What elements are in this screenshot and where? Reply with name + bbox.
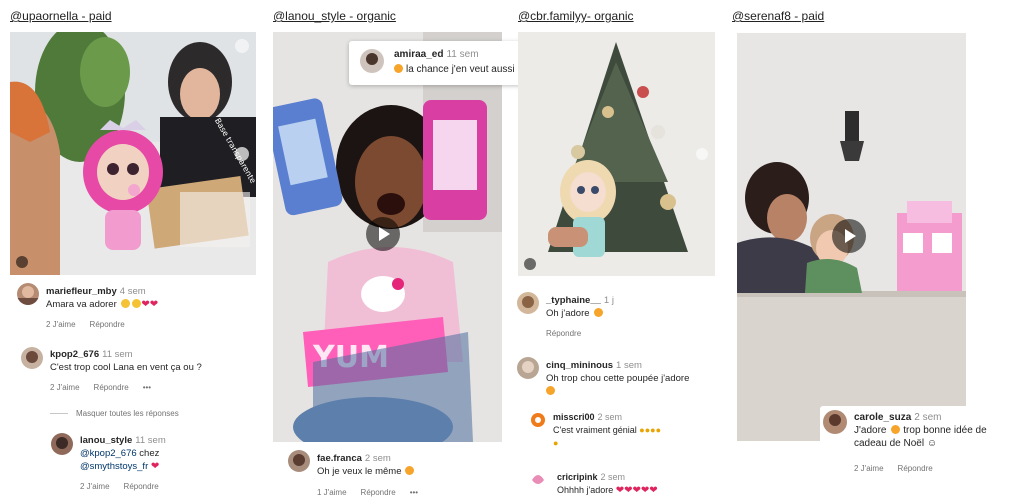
more-options-icon[interactable]: •••: [143, 383, 151, 392]
heart-eyes-emoji-icon: [890, 425, 900, 434]
comment-text: Ohhhh j'adore: [557, 485, 614, 495]
comment-text: C'est trop cool Lana en vent ça ou ?: [50, 362, 202, 373]
likes-count[interactable]: 2 J'aime: [50, 383, 80, 392]
reply-link[interactable]: Répondre: [898, 464, 933, 473]
comment-text: Oh j'adore: [546, 308, 590, 319]
comment-username[interactable]: misscri00: [553, 412, 595, 422]
comment-text: C'est vraiment génial: [553, 425, 637, 435]
likes-count[interactable]: 2 J'aime: [80, 482, 110, 491]
comment-typhaine: _typhaine__ 1 j Oh j'adore: [546, 294, 716, 320]
column-header-upaornella[interactable]: @upaornella - paid: [10, 9, 112, 23]
reply-lanou-style: lanou_style 11 sem @kpop2_676 chez @smyth…: [80, 434, 270, 473]
comment-username[interactable]: _typhaine__: [546, 295, 601, 306]
comment-text: Amara va adorer: [46, 299, 117, 310]
comment-actions: 2 J'aime Répondre: [46, 320, 139, 329]
comment-time: 2 sem: [597, 412, 623, 422]
likes-count[interactable]: 2 J'aime: [854, 464, 884, 473]
reply-link[interactable]: Répondre: [90, 320, 125, 329]
comment-time: 4 sem: [119, 286, 146, 297]
comment-actions: 2 J'aime Répondre •••: [50, 383, 165, 392]
reply-link[interactable]: Répondre: [546, 329, 581, 338]
comment-box: carole_suza 2 sem J'adore trop bonne idée…: [820, 406, 1016, 464]
heart-eyes-emoji-icon: [405, 466, 415, 475]
avatar-lanou-style[interactable]: [51, 433, 73, 455]
comment-misscri00: misscri00 2 sem C'est vraiment génial ●●●…: [553, 411, 713, 450]
avatar-cricripink[interactable]: [529, 470, 547, 488]
comment-username[interactable]: lanou_style: [80, 435, 132, 446]
comment-username[interactable]: mariefleur_mby: [46, 286, 117, 297]
heart-eyes-emoji-icon: [593, 308, 603, 317]
play-icon[interactable]: [832, 219, 866, 253]
post-image-3[interactable]: [518, 32, 715, 276]
comment-text: Oh je veux le même: [317, 466, 402, 477]
more-options-icon[interactable]: •••: [410, 488, 418, 497]
column-header-cbr-familyy[interactable]: @cbr.familyy- organic: [518, 9, 634, 23]
column-header-lanou-style[interactable]: @lanou_style - organic: [273, 9, 396, 23]
comment-username[interactable]: carole_suza: [854, 412, 911, 423]
comment-username[interactable]: cricripink: [557, 472, 598, 482]
heart-icon: ❤: [149, 299, 159, 310]
mention-link[interactable]: @smythstoys_fr: [80, 461, 148, 472]
clap-emoji-icon: ●●●●: [639, 425, 662, 435]
heart-eyes-emoji-icon: [546, 386, 555, 395]
heart-icon: ❤❤❤❤❤: [615, 485, 658, 496]
comment-fae-franca: fae.franca 2 sem Oh je veux le même: [317, 452, 497, 478]
comment-cricripink: cricripink 2 sem Ohhhh j'adore ❤❤❤❤❤: [557, 471, 717, 497]
comment-actions: 1 J'aime Répondre •••: [317, 488, 432, 497]
post-image-1[interactable]: Base transparente: [10, 32, 256, 275]
avatar-cinq-mininous[interactable]: [517, 357, 539, 379]
avatar-amiraa-ed[interactable]: [360, 49, 384, 73]
avatar-fae-franca[interactable]: [288, 450, 310, 472]
reply-link[interactable]: Répondre: [94, 383, 129, 392]
comment-time: 2 sem: [600, 472, 626, 482]
heart-eyes-emoji-icon: [394, 64, 403, 73]
comment-time: 1 j: [603, 295, 614, 306]
comment-cinq-mininous: cinq_mininous 1 sem Oh trop chou cette po…: [546, 359, 721, 398]
comment-username[interactable]: cinq_mininous: [546, 360, 613, 371]
comment-time: 1 sem: [616, 360, 642, 371]
reply-link[interactable]: Répondre: [361, 488, 396, 497]
avatar-carole-suza[interactable]: [823, 410, 847, 434]
comment-kpop2: kpop2_676 11 sem C'est trop cool Lana en …: [50, 348, 260, 374]
comment-actions: 2 J'aime Répondre: [854, 464, 947, 473]
heart-icon: ❤: [141, 299, 150, 310]
mention-link[interactable]: @kpop2_676: [80, 448, 137, 459]
hide-replies-link[interactable]: Masquer toutes les réponses: [76, 409, 179, 418]
avatar-misscri00[interactable]: [529, 411, 547, 429]
comment-carole-suza: carole_suza 2 sem J'adore trop bonne idée…: [854, 411, 1014, 450]
comment-username[interactable]: amiraa_ed: [394, 49, 443, 60]
comment-text: la chance j'en veut aussi: [406, 64, 515, 75]
avatar-kpop2[interactable]: [21, 347, 43, 369]
avatar-typhaine[interactable]: [517, 292, 539, 314]
laugh-emoji-icon: [121, 299, 131, 308]
comment-time: 11 sem: [102, 349, 133, 360]
play-icon[interactable]: [366, 217, 400, 251]
comment-username[interactable]: kpop2_676: [50, 349, 99, 360]
comment-actions: 2 J'aime Répondre: [80, 482, 173, 491]
comment-text: chez: [136, 448, 160, 459]
comment-time: 2 sem: [364, 453, 391, 464]
reply-link[interactable]: Répondre: [124, 482, 159, 491]
comment-time: 2 sem: [914, 412, 942, 423]
comment-time: 11 sem: [446, 49, 479, 60]
comment-text: J'adore: [854, 425, 887, 436]
comment-mariefleur: mariefleur_mby 4 sem Amara va adorer ❤❤: [46, 285, 256, 311]
comment-text: Oh trop chou cette poupée j'adore: [546, 373, 690, 384]
clap-emoji-icon: ●: [553, 438, 559, 448]
comment-time: 11 sem: [135, 435, 166, 446]
heart-icon: ❤: [150, 461, 160, 472]
likes-count[interactable]: 1 J'aime: [317, 488, 347, 497]
comment-username[interactable]: fae.franca: [317, 453, 362, 464]
divider: [50, 413, 68, 414]
likes-count[interactable]: 2 J'aime: [46, 320, 76, 329]
smile-emoji-icon: ☺: [926, 438, 938, 449]
column-header-serenaf8[interactable]: @serenaf8 - paid: [732, 9, 824, 23]
avatar-mariefleur[interactable]: [17, 283, 39, 305]
